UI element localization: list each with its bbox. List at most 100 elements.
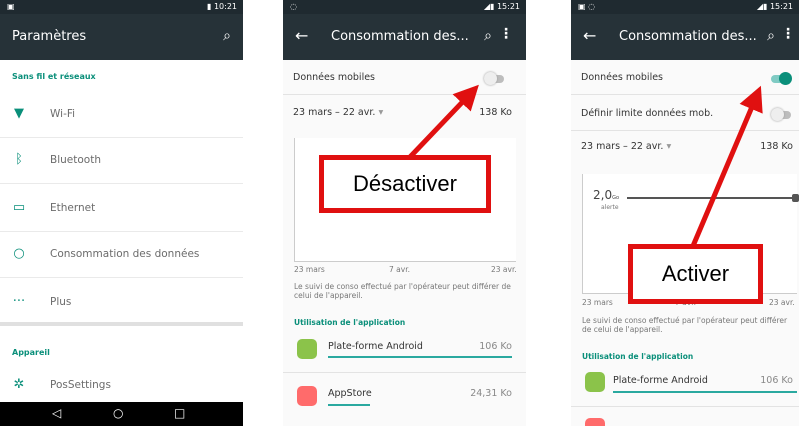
bluetooth-icon: ᛒ (15, 152, 23, 167)
dropdown-arrow-icon: ▾ (666, 141, 672, 152)
warning-label: alerte (601, 204, 619, 211)
settings-item-label: Wi-Fi (50, 108, 76, 120)
chart-axis-end: 23 avr. (769, 298, 795, 307)
page-title: Paramètres (12, 29, 87, 44)
recents-nav-icon[interactable]: □ (174, 406, 185, 420)
mobile-data-toggle[interactable] (771, 72, 792, 85)
divider (571, 406, 799, 407)
section-header-device: Appareil (12, 348, 50, 357)
data-limit-toggle[interactable] (771, 108, 791, 121)
data-usage-screen-on: ▣ ◌ ◢▮ 15:21 ← Consommation des... ⌕ ⋮ D… (571, 0, 799, 426)
status-bar: ▣ ▮ 10:21 (0, 0, 243, 14)
app-bar: ← Consommation des... ⌕ ⋮ (283, 14, 526, 60)
app-usage-header: Utilisation de l'application (294, 318, 406, 327)
mobile-data-label: Données mobiles (581, 72, 663, 83)
mobile-data-label: Données mobiles (293, 72, 375, 83)
carrier-note: Le suivi de conso effectué par l'opérate… (294, 282, 511, 300)
usage-total: 138 Ko (479, 107, 512, 118)
settings-item-label: Plus (50, 296, 72, 308)
toggle-knob (771, 108, 784, 121)
chart-axis-start: 23 mars (582, 298, 613, 307)
android-app-icon (297, 339, 317, 359)
status-time: 15:21 (769, 2, 793, 11)
settings-item-data-usage[interactable]: ○ Consommation des données (0, 232, 243, 278)
warning-line-handle[interactable] (792, 194, 799, 202)
wifi-icon: ▼ (14, 106, 24, 121)
carrier-note: Le suivi de conso effectué par l'opérate… (582, 316, 788, 334)
back-arrow-icon[interactable]: ← (583, 26, 596, 45)
status-time: 15:21 (496, 2, 520, 11)
signal-icon: ◢▮ (483, 2, 497, 11)
notification-icon: ▣ (7, 2, 15, 11)
status-bar: ▣ ◌ ◢▮ 15:21 (571, 0, 799, 14)
notification-icon: ◌ (290, 2, 297, 11)
more-horizontal-icon: ··· (12, 294, 26, 309)
app-usage: 106 Ko (479, 341, 512, 352)
notification-icon: ▣ ◌ (578, 2, 596, 11)
app-name: Plate-forme Android (328, 341, 423, 352)
settings-item-wifi[interactable]: ▼ Wi-Fi (0, 92, 243, 138)
appstore-app-icon (297, 386, 317, 406)
app-usage-bar (328, 356, 512, 358)
gear-icon: ✲ (13, 377, 25, 392)
section-header-network: Sans fil et réseaux (12, 72, 96, 81)
page-title: Consommation des... (331, 29, 469, 44)
signal-icon: ◢▮ (756, 2, 770, 11)
chart-axis-start: 23 mars (294, 265, 325, 274)
divider (283, 94, 526, 95)
warning-line[interactable] (627, 197, 795, 199)
back-arrow-icon[interactable]: ← (295, 26, 308, 45)
divider (571, 130, 799, 131)
data-usage-screen-off: ◌ ◢▮ 15:21 ← Consommation des... ⌕ ⋮ Don… (283, 0, 526, 426)
app-name: Plate-forme Android (613, 375, 708, 386)
mobile-data-toggle[interactable] (484, 72, 504, 85)
settings-item-label: Bluetooth (50, 154, 101, 166)
period-label: 23 mars – 22 avr. (581, 141, 664, 152)
search-icon[interactable]: ⌕ (484, 28, 492, 44)
app-usage-bar (328, 404, 370, 406)
app-usage-header: Utilisation de l'application (582, 352, 694, 361)
monitor-icon: ▭ (12, 200, 26, 215)
back-nav-icon[interactable]: ◁ (52, 406, 61, 420)
settings-item-label: Ethernet (50, 202, 96, 214)
status-bar: ◌ ◢▮ 15:21 (283, 0, 526, 14)
warning-unit: Go (612, 195, 620, 201)
android-app-icon (585, 372, 605, 392)
search-icon[interactable]: ⌕ (223, 28, 231, 44)
app-usage-bar (613, 391, 797, 393)
divider (571, 94, 799, 95)
status-time: 10:21 (213, 2, 237, 11)
appstore-app-icon (585, 418, 605, 426)
data-usage-icon: ○ (13, 246, 25, 261)
app-bar: Paramètres ⌕ (0, 14, 243, 60)
toggle-knob (484, 72, 497, 85)
app-usage: 106 Ko (760, 375, 793, 386)
period-selector[interactable]: 23 mars – 22 avr. ▾ (581, 141, 671, 152)
settings-item-label: Consommation des données (50, 248, 200, 260)
chart-axis-mid: 7 avr. (389, 265, 410, 274)
warning-value: 2,0Go (593, 188, 619, 202)
home-nav-icon[interactable]: ○ (113, 406, 123, 420)
settings-screen: ▣ ▮ 10:21 Paramètres ⌕ Sans fil et résea… (0, 0, 243, 426)
battery-icon: ▮ (206, 2, 214, 11)
divider (283, 372, 526, 373)
chart-axis-end: 23 avr. (491, 265, 517, 274)
page-title: Consommation des... (619, 29, 757, 44)
app-name: AppStore (328, 388, 372, 399)
warning-amount: 2,0 (593, 188, 613, 202)
settings-item-ethernet[interactable]: ▭ Ethernet (0, 186, 243, 232)
app-bar: ← Consommation des... ⌕ ⋮ (571, 14, 799, 60)
app-usage: 24,31 Ko (470, 388, 512, 399)
period-selector[interactable]: 23 mars – 22 avr. ▾ (293, 107, 383, 118)
callout-deactivate: Désactiver (319, 155, 491, 213)
more-vertical-icon[interactable]: ⋮ (781, 26, 795, 42)
toggle-knob (779, 72, 792, 85)
search-icon[interactable]: ⌕ (767, 28, 775, 44)
settings-item-bluetooth[interactable]: ᛒ Bluetooth (0, 138, 243, 184)
period-label: 23 mars – 22 avr. (293, 107, 376, 118)
settings-item-label: PosSettings (50, 379, 111, 391)
more-vertical-icon[interactable]: ⋮ (499, 26, 513, 42)
data-limit-label: Définir limite données mob. (581, 108, 714, 119)
navigation-bar: ◁ ○ □ (0, 402, 243, 426)
settings-item-more[interactable]: ··· Plus (0, 280, 243, 326)
